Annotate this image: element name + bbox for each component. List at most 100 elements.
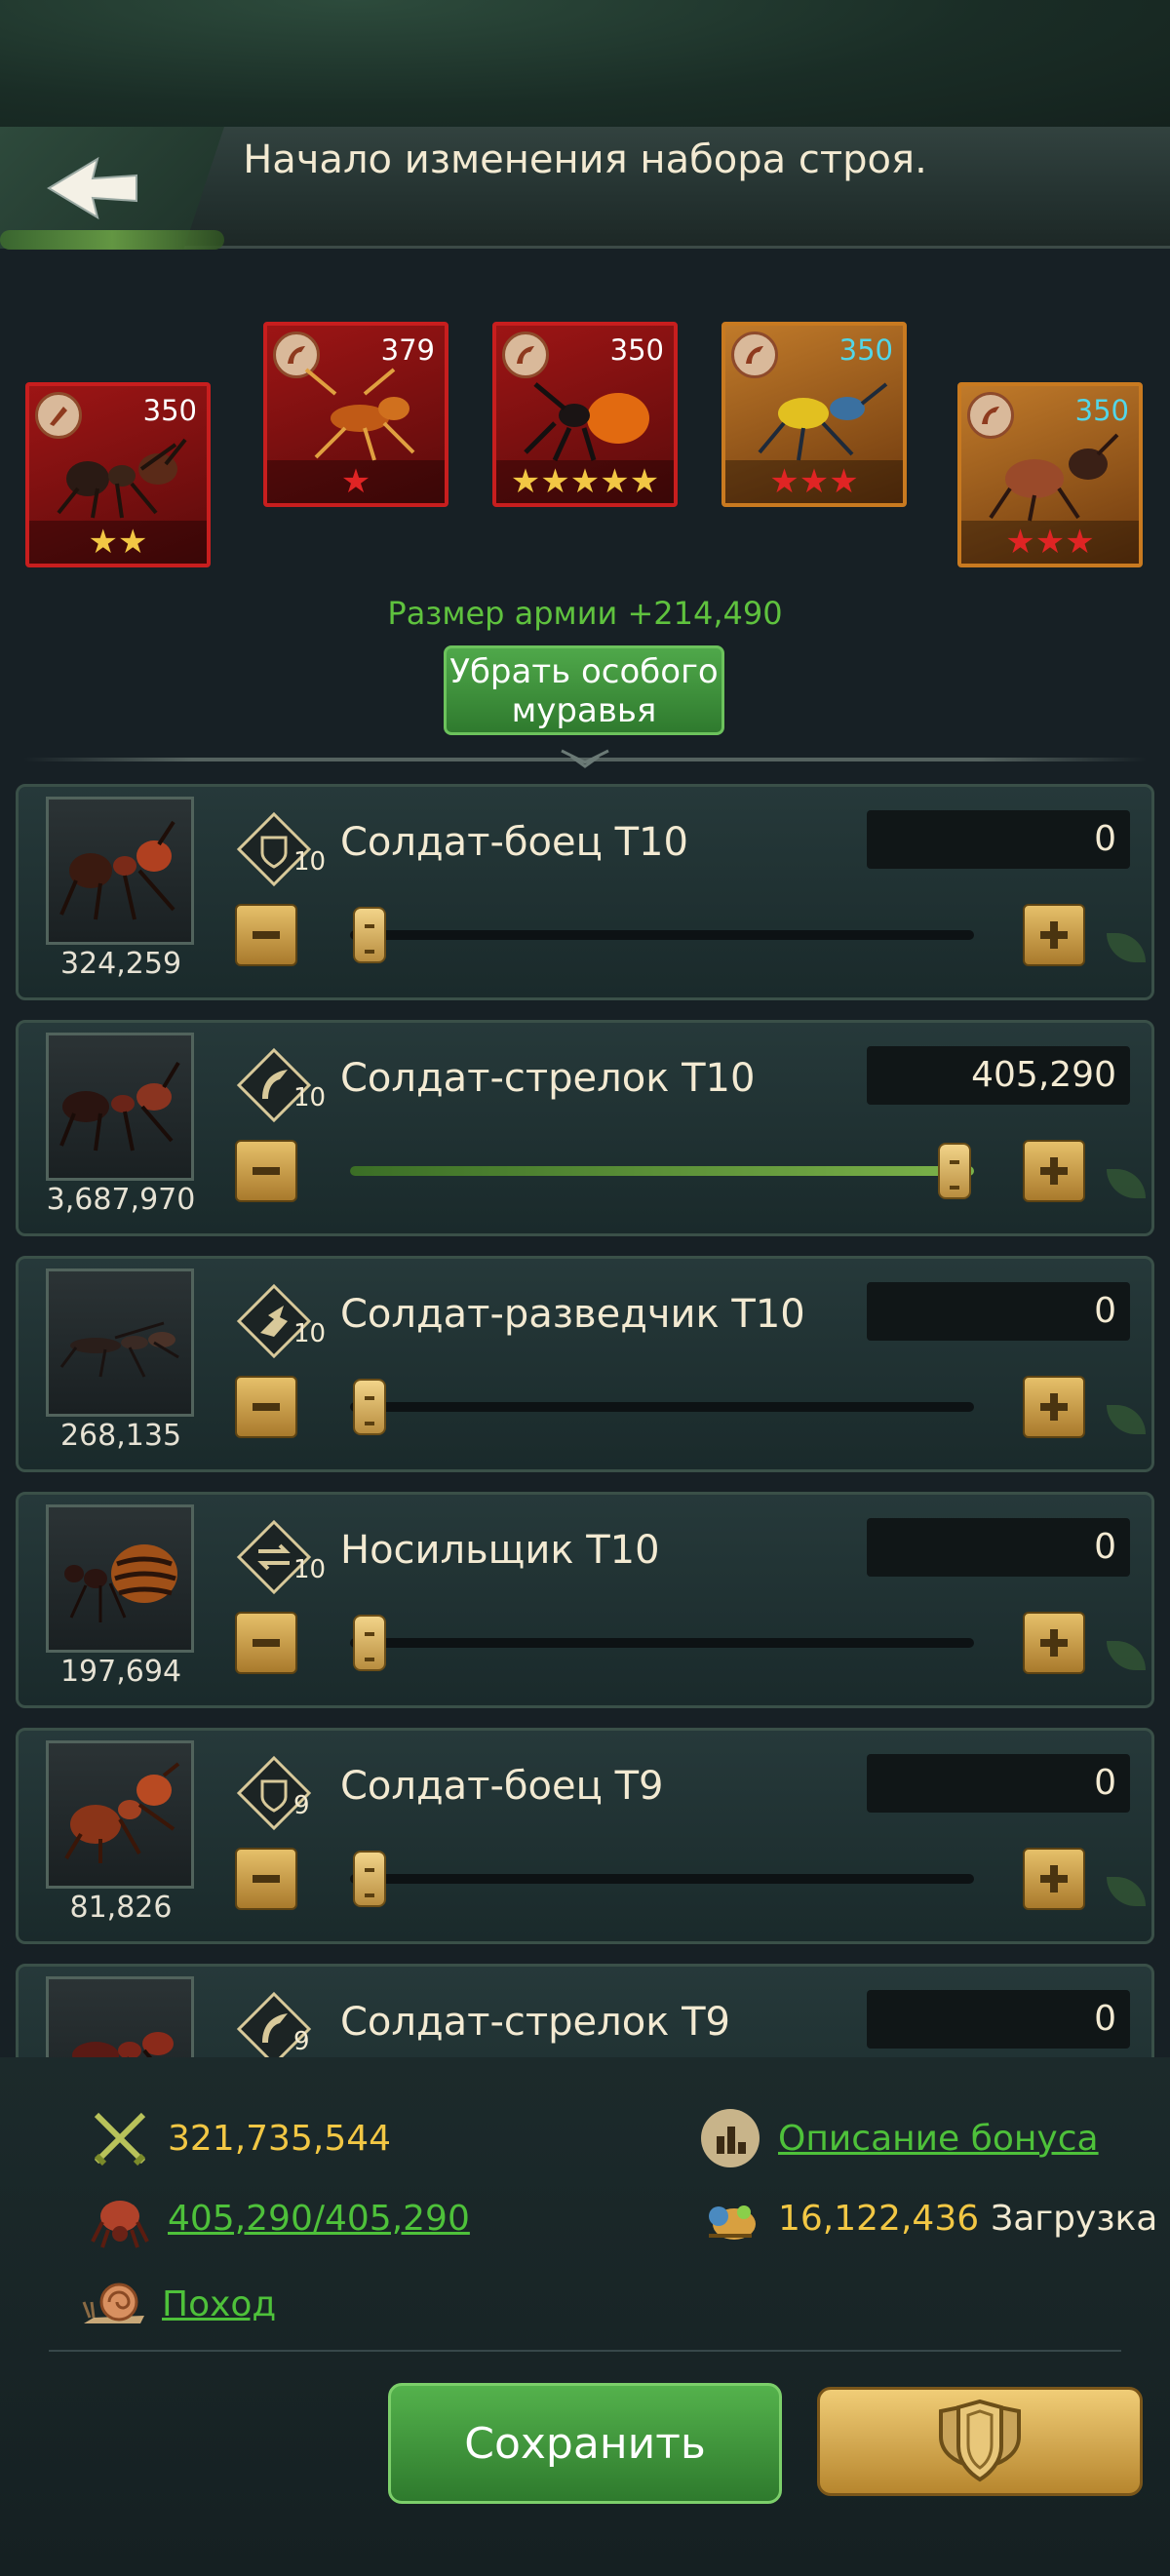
increase-button[interactable] bbox=[1023, 1848, 1085, 1910]
leaf-decoration bbox=[1107, 1169, 1146, 1198]
troop-row: 324,259 10 Солдат-боец T10 0 bbox=[16, 784, 1154, 1000]
minus-icon bbox=[253, 1403, 280, 1411]
troop-tier: 10 bbox=[293, 1083, 327, 1112]
troop-row: 3,687,970 10 Солдат-стрелок T10 405,290 bbox=[16, 1020, 1154, 1236]
leaf-decoration bbox=[1107, 1877, 1146, 1906]
shield-button[interactable] bbox=[817, 2387, 1143, 2496]
minus-icon bbox=[253, 931, 280, 939]
troop-quantity-input[interactable]: 0 bbox=[867, 1282, 1130, 1341]
chevron-down-icon bbox=[561, 749, 609, 768]
decrease-button[interactable] bbox=[235, 1140, 297, 1202]
bonus-description-link[interactable]: Описание бонуса bbox=[778, 2119, 1099, 2159]
decrease-button[interactable] bbox=[235, 1612, 297, 1674]
special-ant-card[interactable]: 379 ★ bbox=[263, 322, 448, 507]
special-ant-level: 350 bbox=[1074, 394, 1129, 427]
troop-name: Носильщик T10 bbox=[340, 1528, 660, 1573]
load-label: Загрузка bbox=[991, 2198, 1158, 2239]
ant-image bbox=[989, 433, 1119, 522]
quantity-slider[interactable] bbox=[350, 907, 974, 963]
special-ant-level: 350 bbox=[838, 333, 893, 367]
bonus-stat[interactable]: Описание бонуса bbox=[696, 2104, 1099, 2172]
troop-tier: 10 bbox=[293, 1555, 327, 1584]
plus-icon bbox=[1040, 1157, 1068, 1185]
troop-quantity-input[interactable]: 0 bbox=[867, 1990, 1130, 2049]
quantity-slider[interactable] bbox=[350, 1851, 974, 1907]
plus-icon bbox=[1040, 1629, 1068, 1657]
snail-icon bbox=[80, 2270, 148, 2338]
slider-handle[interactable] bbox=[353, 907, 386, 963]
load-stat: 16,122,436 Загрузка bbox=[696, 2184, 1157, 2252]
troop-row: 197,694 10 Носильщик T10 0 bbox=[16, 1492, 1154, 1708]
special-ant-card[interactable]: 350 ★★★★★ bbox=[492, 322, 678, 507]
troop-row: 9 Солдат-стрелок T9 0 bbox=[16, 1964, 1154, 2057]
shield-icon bbox=[939, 2399, 1021, 2482]
decrease-button[interactable] bbox=[235, 1848, 297, 1910]
troop-quantity-input[interactable]: 405,290 bbox=[867, 1046, 1130, 1105]
leaf-decoration bbox=[1107, 933, 1146, 962]
page-title: Начало изменения набора строя. bbox=[243, 137, 927, 182]
top-background bbox=[0, 0, 1170, 137]
march-stat[interactable]: Поход bbox=[80, 2270, 276, 2338]
star-rating: ★ bbox=[267, 460, 445, 503]
star-rating: ★★★ bbox=[725, 460, 903, 503]
troop-quantity-input[interactable]: 0 bbox=[867, 810, 1130, 869]
troop-tier: 10 bbox=[293, 847, 327, 877]
crossed-swords-icon bbox=[86, 2104, 154, 2172]
troop-thumbnail bbox=[46, 1033, 194, 1181]
increase-button[interactable] bbox=[1023, 1140, 1085, 1202]
quantity-slider[interactable] bbox=[350, 1379, 974, 1435]
plus-icon bbox=[1040, 1393, 1068, 1421]
troops-stat[interactable]: 405,290/405,290 bbox=[86, 2184, 470, 2252]
decrease-button[interactable] bbox=[235, 904, 297, 966]
power-stat: 321,735,544 bbox=[86, 2104, 391, 2172]
army-size-label: Размер армии +214,490 bbox=[387, 595, 783, 632]
troops-ratio-link[interactable]: 405,290/405,290 bbox=[168, 2199, 470, 2239]
plus-icon bbox=[1040, 1865, 1068, 1893]
troop-thumbnail bbox=[46, 1740, 194, 1889]
increase-button[interactable] bbox=[1023, 1612, 1085, 1674]
slider-handle[interactable] bbox=[353, 1615, 386, 1671]
special-ant-card[interactable]: 350 ★★ bbox=[25, 382, 211, 567]
ant-troop-icon bbox=[86, 2184, 154, 2252]
vine-decoration bbox=[0, 230, 224, 250]
troop-name: Солдат-боец T9 bbox=[340, 1764, 664, 1809]
special-ant-card[interactable]: 350 ★★★ bbox=[957, 382, 1143, 567]
quantity-slider[interactable] bbox=[350, 1143, 974, 1199]
decrease-button[interactable] bbox=[235, 1376, 297, 1438]
slider-handle[interactable] bbox=[353, 1379, 386, 1435]
star-rating: ★★ bbox=[29, 521, 207, 564]
troop-list[interactable]: 324,259 10 Солдат-боец T10 0 3,687,970 1… bbox=[0, 780, 1170, 2057]
leaf-decoration bbox=[1107, 1641, 1146, 1670]
troop-thumbnail bbox=[46, 797, 194, 945]
troop-available-count: 197,694 bbox=[59, 1655, 182, 1689]
ant-image bbox=[758, 382, 888, 461]
slider-handle[interactable] bbox=[938, 1143, 971, 1199]
remove-special-ant-button[interactable]: Убрать особого муравья bbox=[444, 645, 724, 735]
troop-available-count: 324,259 bbox=[59, 947, 182, 981]
increase-button[interactable] bbox=[1023, 1376, 1085, 1438]
increase-button[interactable] bbox=[1023, 904, 1085, 966]
troop-thumbnail bbox=[46, 1976, 194, 2057]
quantity-slider[interactable] bbox=[350, 1615, 974, 1671]
special-ant-level: 379 bbox=[380, 333, 435, 367]
troop-tier: 9 bbox=[293, 1791, 310, 1820]
special-ant-card[interactable]: 350 ★★★ bbox=[722, 322, 907, 507]
ant-image bbox=[304, 368, 415, 461]
save-button[interactable]: Сохранить bbox=[388, 2383, 782, 2504]
troop-available-count: 268,135 bbox=[59, 1419, 182, 1453]
minus-icon bbox=[253, 1639, 280, 1647]
troop-name: Солдат-стрелок T10 bbox=[340, 1056, 756, 1101]
remove-button-line2: муравья bbox=[511, 691, 657, 730]
march-link[interactable]: Поход bbox=[162, 2284, 276, 2324]
troop-name: Солдат-стрелок T9 bbox=[340, 2000, 730, 2045]
troop-quantity-input[interactable]: 0 bbox=[867, 1518, 1130, 1577]
troop-quantity-input[interactable]: 0 bbox=[867, 1754, 1130, 1813]
troop-tier: 10 bbox=[293, 1319, 327, 1348]
troop-thumbnail bbox=[46, 1504, 194, 1653]
load-icon bbox=[696, 2184, 764, 2252]
troop-row: 81,826 9 Солдат-боец T9 0 bbox=[16, 1728, 1154, 1944]
plus-icon bbox=[1040, 921, 1068, 949]
star-rating: ★★★★★ bbox=[496, 460, 674, 503]
slider-handle[interactable] bbox=[353, 1851, 386, 1907]
ant-image bbox=[57, 438, 187, 519]
